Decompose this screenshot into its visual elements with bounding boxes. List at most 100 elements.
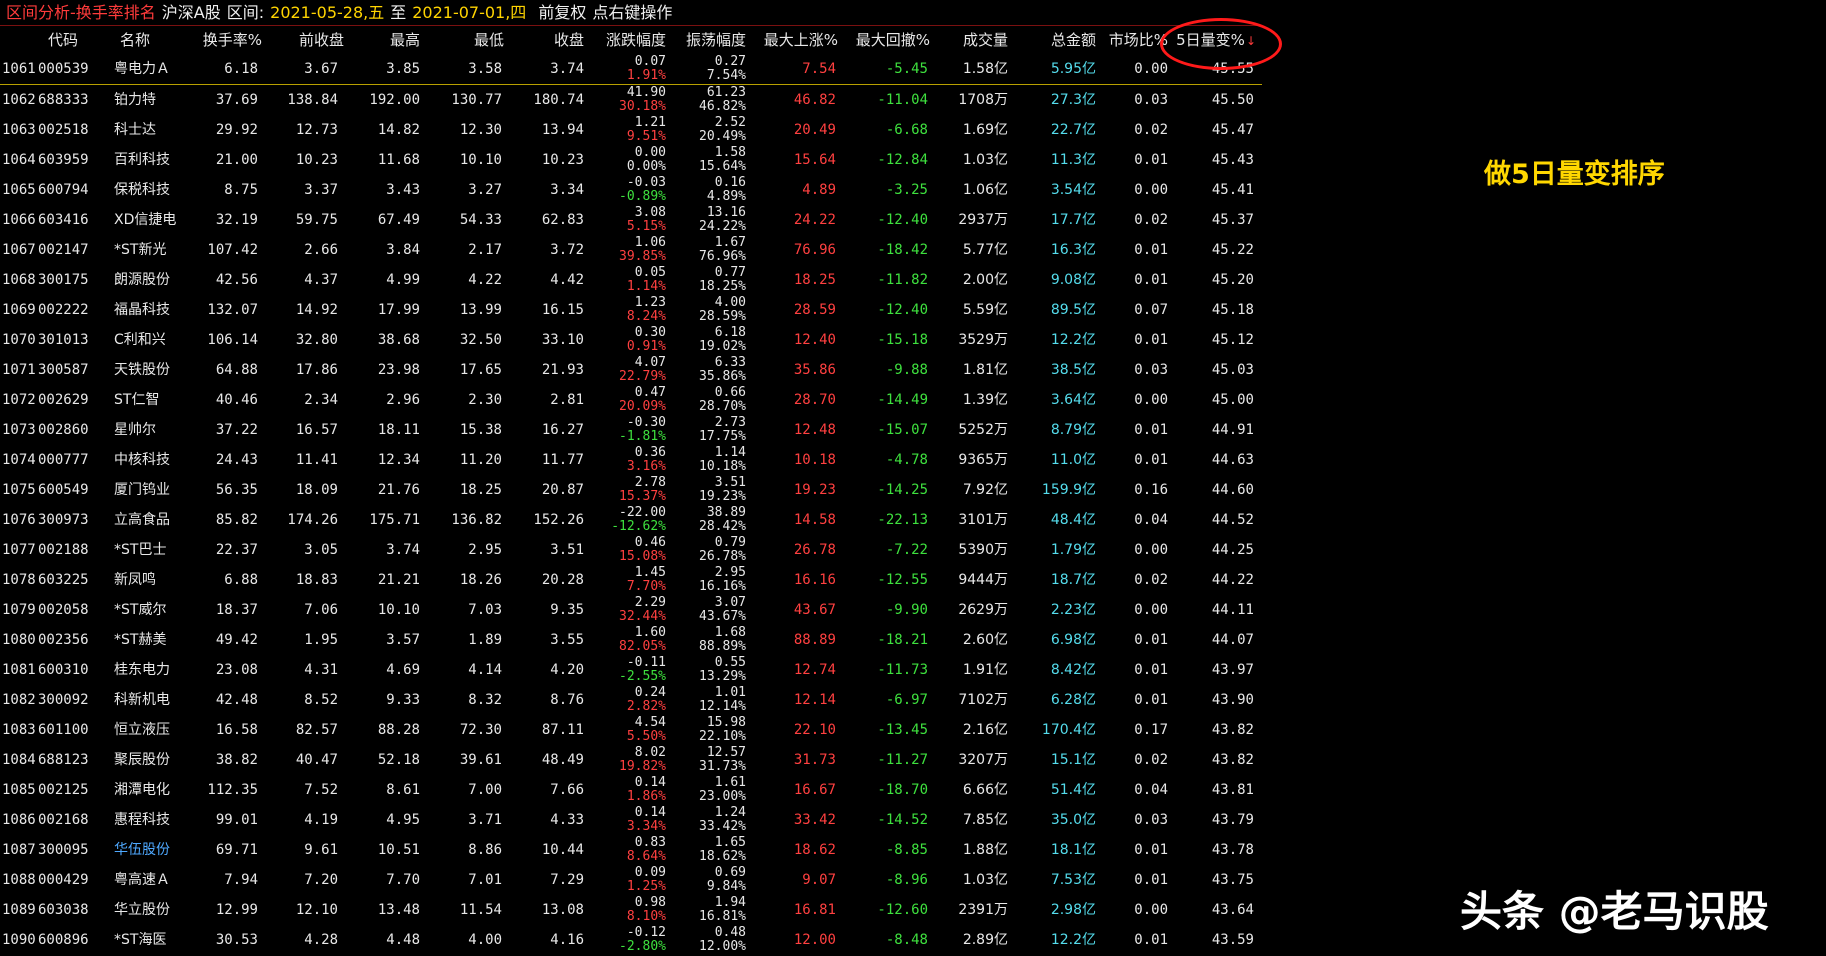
table-row[interactable]: 1076300973立高食品85.82174.26175.71136.82152… [0,505,1262,535]
header-code[interactable]: 代码 [48,26,78,54]
change-cell: 0.000.00% [590,145,666,175]
table-row[interactable]: 1077002188*ST巴士22.373.053.742.953.5126.7… [0,535,1262,565]
close-value: 4.42 [500,265,584,295]
change-cell: 8.0219.82% [590,745,666,775]
oscillation-percent: 7.54% [707,69,746,83]
oscillation-cell: 0.7926.78% [670,535,746,565]
row-index: 1089 [2,895,38,925]
table-header: 代码 名称 换手率%前收盘最高最低收盘涨跌幅度振荡幅度最大上涨%最大回撤% 成交量 总金… [0,26,1262,54]
table-row[interactable]: 1085002125湘潭电化112.357.528.617.007.6616.6… [0,775,1262,805]
stock-name: 厦门钨业 [114,475,188,505]
table-row[interactable]: 1065600794保税科技8.753.373.433.273.344.89-3… [0,175,1262,205]
turnover-value: 37.69 [186,85,258,115]
high-value: 4.48 [338,925,420,955]
high-value: 38.68 [338,325,420,355]
table-row[interactable]: 1090600896*ST海医30.534.284.484.004.1612.0… [0,925,1262,955]
row-index: 1064 [2,145,38,175]
table-row[interactable]: 1069002222福晶科技132.0714.9217.9913.9916.15… [0,295,1262,325]
table-row[interactable]: 1087300095华伍股份69.719.6110.518.8610.4418.… [0,835,1262,865]
table-row[interactable]: 1064603959百利科技21.0010.2311.6810.1010.231… [0,145,1262,175]
amount-value: 8.79亿 [1008,415,1096,445]
oscillation-percent: 15.64% [699,160,746,174]
table-row[interactable]: 1067002147*ST新光107.422.663.842.173.7276.… [0,235,1262,265]
change-value: 2.78 [635,476,666,490]
table-row[interactable]: 1089603038华立股份12.9912.1013.4811.5413.081… [0,895,1262,925]
table-row[interactable]: 1061000539粤电力Ａ6.183.673.853.583.747.54-5… [0,54,1262,85]
table-row[interactable]: 1088000429粤高速Ａ7.947.207.707.017.299.07-8… [0,865,1262,895]
table-row[interactable]: 1081600310桂东电力23.084.314.694.144.2012.74… [0,655,1262,685]
max-drawdown-value: -12.55 [832,565,928,595]
amount-value: 159.9亿 [1008,475,1096,505]
header-amount[interactable]: 总金额 [1010,26,1096,54]
table-row[interactable]: 1066603416XD信捷电32.1959.7567.4954.3362.83… [0,205,1262,235]
oscillation-percent: 10.18% [699,460,746,474]
low-value: 8.86 [418,835,502,865]
table-row[interactable]: 1063002518科士达29.9212.7314.8212.3013.9420… [0,115,1262,145]
stock-name: 华立股份 [114,895,188,925]
turnover-value: 30.53 [186,925,258,955]
table-row[interactable]: 1082300092科新机电42.488.529.338.328.7612.14… [0,685,1262,715]
ranking-table: 代码 名称 换手率%前收盘最高最低收盘涨跌幅度振荡幅度最大上涨%最大回撤% 成交量 总金… [0,26,1262,955]
change-percent: 1.14% [627,280,666,294]
table-row[interactable]: 1071300587天铁股份64.8817.8623.9817.6521.933… [0,355,1262,385]
close-value: 3.74 [500,54,584,84]
oscillation-percent: 17.75% [699,430,746,444]
header-change[interactable]: 涨跌幅度 [590,26,666,54]
header-max-rise[interactable]: 最大上涨% [752,26,838,54]
change-value: 0.14 [635,806,666,820]
header-name[interactable]: 名称 [120,26,150,54]
header-amount-label: 总金额 [1051,31,1096,49]
table-row[interactable]: 1086002168惠程科技99.014.194.953.714.3333.42… [0,805,1262,835]
oscillation-percent: 22.10% [699,730,746,744]
oscillation-value: 0.69 [715,866,746,880]
stock-name: 科新机电 [114,685,188,715]
header-max-drawdown[interactable]: 最大回撤% [844,26,930,54]
header-high[interactable]: 最高 [344,26,420,54]
change-percent: 5.50% [627,730,666,744]
prev-close-value: 18.83 [262,565,338,595]
table-row[interactable]: 1079002058*ST威尔18.377.0610.107.039.3543.… [0,595,1262,625]
change-percent: 5.15% [627,220,666,234]
oscillation-cell: 1.6888.89% [670,625,746,655]
oscillation-value: 2.73 [715,416,746,430]
amount-value: 12.2亿 [1008,925,1096,955]
stock-code: 002168 [38,805,94,835]
header-close[interactable]: 收盘 [504,26,584,54]
table-row[interactable]: 1068300175朗源股份42.564.374.994.224.4218.25… [0,265,1262,295]
table-row[interactable]: 1070301013C利和兴106.1432.8038.6832.5033.10… [0,325,1262,355]
volume-value: 1.03亿 [928,865,1008,895]
table-row[interactable]: 1084688123聚辰股份38.8240.4752.1839.6148.493… [0,745,1262,775]
stock-name: 中核科技 [114,445,188,475]
header-market-share[interactable]: 市场比% [1098,26,1168,54]
turnover-value: 22.37 [186,535,258,565]
table-row[interactable]: 1074000777中核科技24.4311.4112.3411.2011.771… [0,445,1262,475]
header-prev-close[interactable]: 前收盘 [268,26,344,54]
high-value: 10.10 [338,595,420,625]
volume-value: 7.92亿 [928,475,1008,505]
adjust-mode[interactable]: 前复权 [538,3,586,22]
stock-code: 000777 [38,445,94,475]
low-value: 7.01 [418,865,502,895]
table-row[interactable]: 1073002860星帅尔37.2216.5718.1115.3816.2712… [0,415,1262,445]
header-oscillation[interactable]: 振荡幅度 [668,26,746,54]
range-start[interactable]: 2021-05-28,五 [270,3,384,22]
range-end[interactable]: 2021-07-01,四 [412,3,526,22]
vol5-change-value: 45.47 [1168,115,1254,145]
table-row[interactable]: 1078603225新凤鸣6.8818.8321.2118.2620.2816.… [0,565,1262,595]
table-row[interactable]: 1062688333铂力特37.69138.84192.00130.77180.… [0,85,1262,115]
header-turnover[interactable]: 换手率% [190,26,262,54]
header-volume-label: 成交量 [963,31,1008,49]
turnover-value: 38.82 [186,745,258,775]
table-row[interactable]: 1072002629ST仁智40.462.342.962.302.8128.70… [0,385,1262,415]
change-cell: 4.0722.79% [590,355,666,385]
table-row[interactable]: 1083601100恒立液压16.5882.5788.2872.3087.112… [0,715,1262,745]
stock-code: 301013 [38,325,94,355]
stock-code: 002518 [38,115,94,145]
table-row[interactable]: 1080002356*ST赫美49.421.953.571.893.5588.8… [0,625,1262,655]
market-selector[interactable]: 沪深A股 [162,3,221,22]
high-value: 4.95 [338,805,420,835]
change-value: 1.45 [635,566,666,580]
header-volume[interactable]: 成交量 [930,26,1008,54]
table-row[interactable]: 1075600549厦门钨业56.3518.0921.7618.2520.871… [0,475,1262,505]
header-low[interactable]: 最低 [424,26,504,54]
